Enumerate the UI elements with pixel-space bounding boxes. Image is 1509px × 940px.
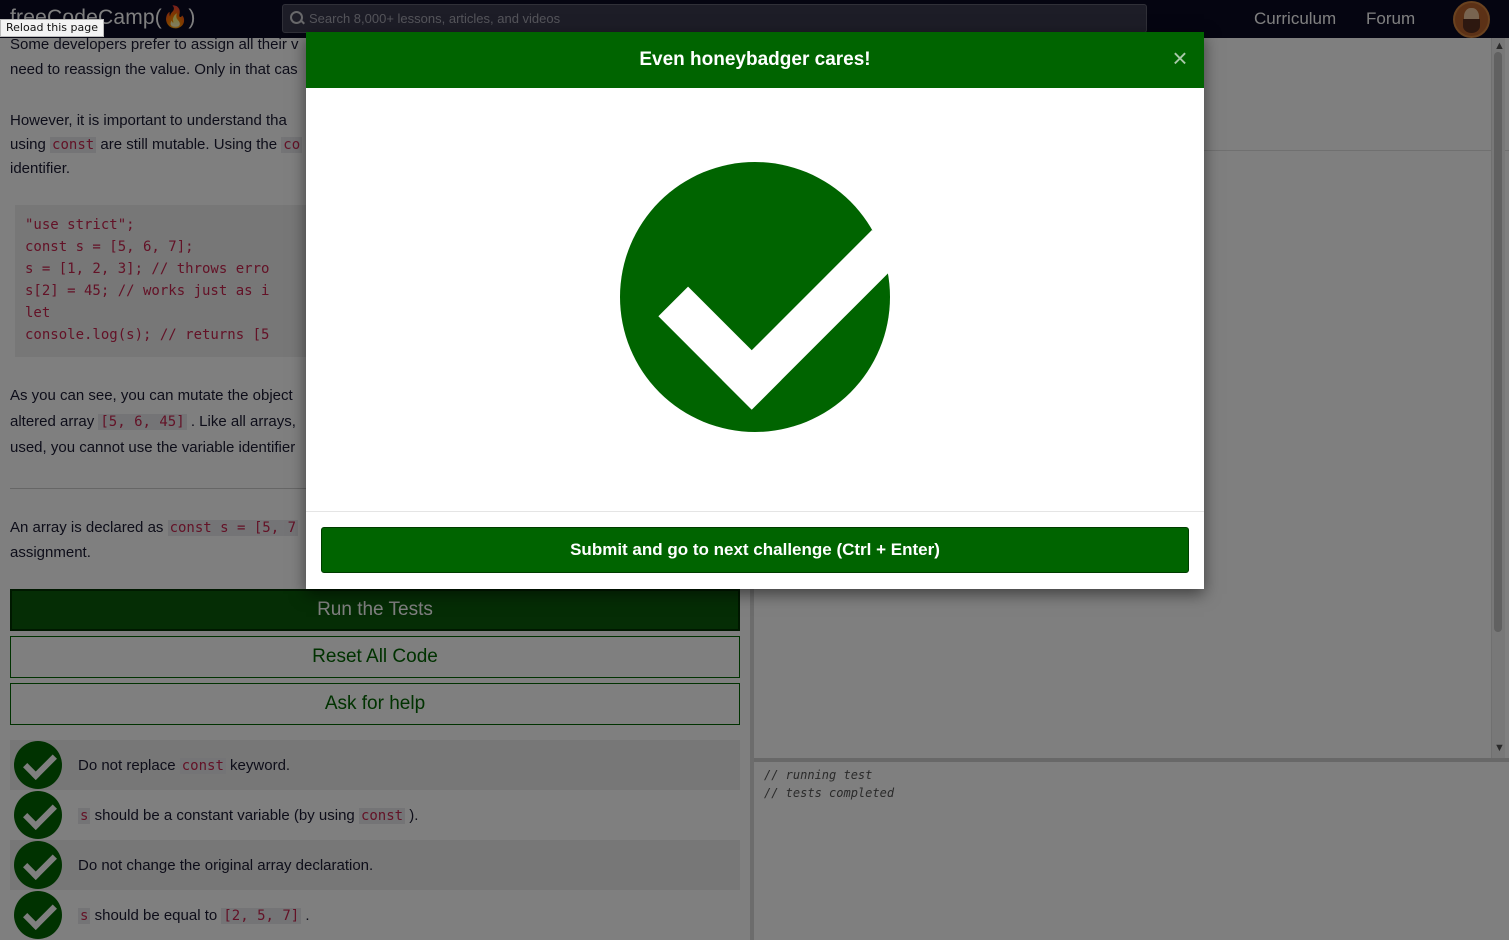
modal-header: Even honeybadger cares! ×: [306, 32, 1204, 88]
success-checkmark-icon: [620, 162, 890, 432]
reload-tooltip: Reload this page: [0, 19, 104, 37]
submit-next-challenge-button[interactable]: Submit and go to next challenge (Ctrl + …: [321, 527, 1189, 573]
close-icon[interactable]: ×: [1170, 45, 1190, 71]
modal-body: [306, 88, 1204, 512]
completion-modal: Even honeybadger cares! × Submit and go …: [306, 32, 1204, 589]
modal-footer: Submit and go to next challenge (Ctrl + …: [306, 512, 1204, 589]
modal-title: Even honeybadger cares!: [639, 49, 871, 70]
